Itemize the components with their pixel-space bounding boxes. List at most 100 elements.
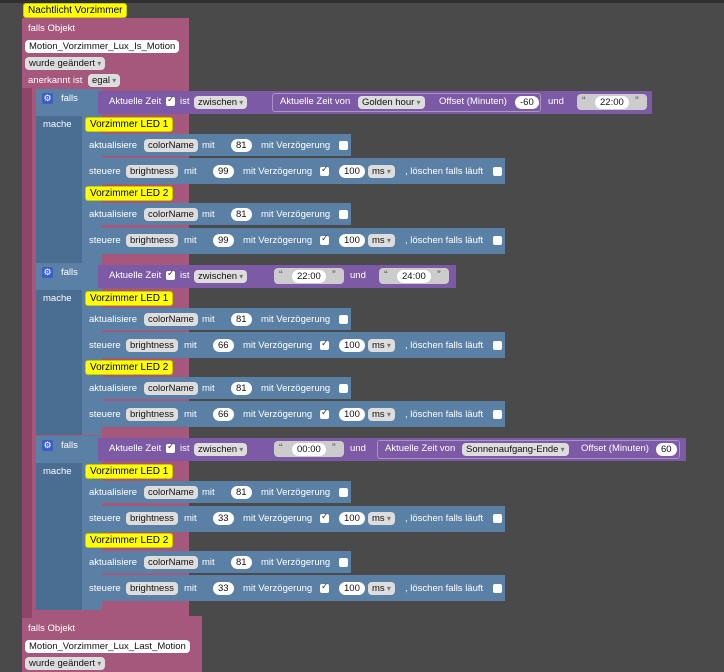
delay-checkbox[interactable] [320, 233, 329, 245]
brightness-field[interactable]: brightness [126, 165, 178, 178]
unit-select[interactable]: ms [368, 339, 395, 352]
color-value[interactable]: 81 [231, 139, 252, 152]
colorname-field[interactable]: colorName [144, 382, 198, 395]
colorname-field[interactable]: colorName [144, 313, 198, 326]
brightness-value[interactable]: 66 [213, 339, 234, 352]
led1-label[interactable]: Vorzimmer LED 1 [85, 291, 174, 306]
gear-icon[interactable]: ⚙ [42, 440, 53, 451]
offset-input[interactable]: -60 [515, 96, 539, 109]
delay-checkbox[interactable] [320, 581, 329, 593]
astro-select[interactable]: Golden hour [358, 96, 425, 109]
if-do-strip [36, 116, 82, 263]
color-value[interactable]: 81 [231, 382, 252, 395]
from-time-string[interactable]: “ 22:00 ” [274, 268, 344, 284]
script-title[interactable]: Nachtlicht Vorzimmer [23, 3, 128, 18]
delay-value[interactable]: 100 [339, 339, 365, 352]
led2-label[interactable]: Vorzimmer LED 2 [85, 186, 174, 201]
trigger-object[interactable]: Motion_Vorzimmer_Lux_Is_Motion [25, 40, 180, 53]
astro-select[interactable]: Sonnenaufgang-Ende [462, 443, 569, 456]
color-value[interactable]: 81 [231, 313, 252, 326]
from-time-string[interactable]: “ 00:00 ” [274, 441, 344, 457]
colorname-field[interactable]: colorName [144, 486, 198, 499]
brightness-field[interactable]: brightness [126, 339, 178, 352]
ack-select[interactable]: egal [88, 74, 121, 87]
delay-checkbox[interactable] [320, 338, 329, 350]
gear-icon[interactable]: ⚙ [42, 93, 53, 104]
brightness-value[interactable]: 99 [213, 234, 234, 247]
unit-select[interactable]: ms [368, 582, 395, 595]
delay-checkbox[interactable] [320, 511, 329, 523]
clear-label: , löschen falls läuft [405, 340, 484, 351]
led1-label[interactable]: Vorzimmer LED 1 [85, 117, 174, 132]
offset-input[interactable]: 60 [656, 443, 677, 456]
from-time-input[interactable]: 00:00 [292, 443, 326, 456]
brightness-value[interactable]: 99 [213, 165, 234, 178]
gear-icon[interactable]: ⚙ [42, 267, 53, 278]
clear-checkbox[interactable] [493, 514, 502, 523]
color-value[interactable]: 81 [231, 486, 252, 499]
unit-select[interactable]: ms [368, 512, 395, 525]
delay-checkbox[interactable] [339, 210, 348, 219]
clear-checkbox[interactable] [493, 167, 502, 176]
is-label: ist [180, 443, 190, 454]
delay-checkbox[interactable] [339, 315, 348, 324]
clear-checkbox[interactable] [493, 341, 502, 350]
brightness-field[interactable]: brightness [126, 408, 178, 421]
delay-checkbox[interactable] [320, 407, 329, 419]
with-label: mit [184, 235, 197, 246]
led2-label[interactable]: Vorzimmer LED 2 [85, 360, 174, 375]
delay-checkbox[interactable] [339, 558, 348, 567]
astro-label: Aktuelle Zeit von [385, 443, 456, 454]
brightness-value[interactable]: 66 [213, 408, 234, 421]
brightness-value[interactable]: 33 [213, 512, 234, 525]
to-time-string[interactable]: “ 24:00 ” [379, 268, 449, 284]
checkbox[interactable] [166, 268, 175, 280]
delay-value[interactable]: 100 [339, 234, 365, 247]
colorname-field[interactable]: colorName [144, 208, 198, 221]
unit-select[interactable]: ms [368, 234, 395, 247]
trigger-change-select[interactable]: wurde geändert [25, 57, 106, 70]
led1-label[interactable]: Vorzimmer LED 1 [85, 464, 174, 479]
clear-checkbox[interactable] [493, 584, 502, 593]
between-select[interactable]: zwischen [194, 443, 248, 456]
trigger2-object[interactable]: Motion_Vorzimmer_Lux_Last_Motion [25, 640, 190, 653]
control-label: steuere [89, 409, 121, 420]
delay-label: mit Verzögerung [243, 513, 313, 524]
delay-value[interactable]: 100 [339, 582, 365, 595]
delay-checkbox[interactable] [320, 164, 329, 176]
unit-select[interactable]: ms [368, 165, 395, 178]
delay-checkbox[interactable] [339, 141, 348, 150]
to-time-input[interactable]: 24:00 [397, 270, 431, 283]
to-time-input[interactable]: 22:00 [595, 96, 629, 109]
clear-checkbox[interactable] [493, 410, 502, 419]
delay-checkbox[interactable] [339, 384, 348, 393]
to-time-string[interactable]: “ 22:00 ” [577, 94, 647, 110]
color-value[interactable]: 81 [231, 208, 252, 221]
brightness-field[interactable]: brightness [126, 234, 178, 247]
checkbox[interactable] [166, 94, 175, 106]
delay-value[interactable]: 100 [339, 512, 365, 525]
control-label: steuere [89, 166, 121, 177]
quote-open-icon: “ [582, 95, 586, 107]
colorname-field[interactable]: colorName [144, 556, 198, 569]
if-label: falls [61, 440, 78, 451]
brightness-field[interactable]: brightness [126, 512, 178, 525]
between-select[interactable]: zwischen [194, 96, 248, 109]
trigger2-change-select[interactable]: wurde geändert [25, 657, 106, 670]
offset-label: Offset (Minuten) [439, 96, 507, 107]
colorname-field[interactable]: colorName [144, 139, 198, 152]
between-select[interactable]: zwischen [194, 270, 248, 283]
delay-label: mit Verzögerung [261, 487, 331, 498]
from-time-input[interactable]: 22:00 [292, 270, 326, 283]
delay-checkbox[interactable] [339, 488, 348, 497]
color-value[interactable]: 81 [231, 556, 252, 569]
delay-value[interactable]: 100 [339, 408, 365, 421]
and-label: und [350, 270, 366, 281]
led2-label[interactable]: Vorzimmer LED 2 [85, 533, 174, 548]
brightness-field[interactable]: brightness [126, 582, 178, 595]
clear-checkbox[interactable] [493, 236, 502, 245]
brightness-value[interactable]: 33 [213, 582, 234, 595]
checkbox[interactable] [166, 441, 175, 453]
unit-select[interactable]: ms [368, 408, 395, 421]
delay-value[interactable]: 100 [339, 165, 365, 178]
